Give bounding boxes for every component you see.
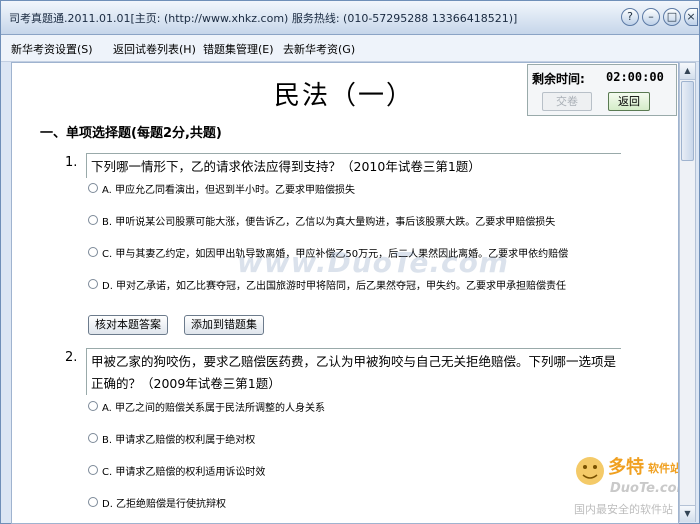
- menu-go-xinhua[interactable]: 去新华考资(G): [283, 41, 355, 57]
- question-text-box: 下列哪一情形下，乙的请求依法应得到支持？（2010年试卷三第1题）: [86, 153, 621, 178]
- submit-button[interactable]: 交卷: [542, 92, 592, 111]
- logo-url: DuoTe.com: [610, 481, 679, 496]
- exam-title: 民法（一）: [274, 81, 415, 111]
- radio-button[interactable]: [88, 247, 98, 257]
- add-to-wrong-set-button[interactable]: 添加到错题集: [184, 315, 264, 335]
- timer-panel: 剩余时间: 02:00:00 交卷 返回: [527, 64, 677, 116]
- question-text: 下列哪一情形下，乙的请求依法应得到支持？（2010年试卷三第1题）: [91, 159, 481, 174]
- menu-wrong-questions[interactable]: 错题集管理(E): [203, 41, 274, 57]
- radio-button[interactable]: [88, 433, 98, 443]
- minimize-icon[interactable]: –: [642, 8, 660, 26]
- radio-button[interactable]: [88, 465, 98, 475]
- menubar: 新华考资设置(S) 返回试卷列表(H) 错题集管理(E) 去新华考资(G): [1, 35, 699, 62]
- check-answer-button[interactable]: 核对本题答案: [88, 315, 168, 335]
- radio-button[interactable]: [88, 215, 98, 225]
- vertical-scrollbar[interactable]: ▲ ▼: [679, 62, 696, 522]
- radio-button[interactable]: [88, 183, 98, 193]
- option-label: B. 甲听说某公司股票可能大涨，便告诉乙，乙信以为真大量购进，事后该股票大跌。乙…: [102, 217, 556, 228]
- exam-content: 民法（一） 剩余时间: 02:00:00 交卷 返回 一、单项选择题(每题2分,…: [11, 62, 679, 524]
- close-icon[interactable]: ×: [684, 8, 698, 26]
- option-label: A. 甲应允乙同看演出，但迟到半小时。乙要求甲赔偿损失: [102, 185, 356, 196]
- logo-tag: 软件站: [648, 461, 679, 475]
- question-text-box: 甲被乙家的狗咬伤，要求乙赔偿医药费，乙认为甲被狗咬与自己无关拒绝赔偿。下列哪一选…: [86, 348, 621, 395]
- window-title: 司考真题通.2011.01.01[主页: (http://www.xhkz.co…: [9, 12, 518, 25]
- option-label: C. 甲请求乙赔偿的权利适用诉讼时效: [102, 467, 266, 478]
- logo-name: 多特: [608, 456, 644, 478]
- radio-button[interactable]: [88, 497, 98, 507]
- timer-label: 剩余时间:: [532, 72, 585, 86]
- option-label: D. 甲对乙承诺，如乙比赛夺冠，乙出国旅游时甲将陪同，后乙果然夺冠，甲失约。乙要…: [102, 281, 567, 292]
- back-button[interactable]: 返回: [608, 92, 650, 111]
- titlebar: 司考真题通.2011.01.01[主页: (http://www.xhkz.co…: [1, 1, 699, 35]
- option-label: B. 甲请求乙赔偿的权利属于绝对权: [102, 435, 256, 446]
- menu-back-to-list[interactable]: 返回试卷列表(H): [113, 41, 196, 57]
- question-number: 2.: [65, 350, 78, 365]
- scroll-thumb[interactable]: [681, 81, 694, 161]
- app-window: 司考真题通.2011.01.01[主页: (http://www.xhkz.co…: [0, 0, 700, 524]
- scroll-up-icon[interactable]: ▲: [680, 63, 695, 80]
- menu-settings[interactable]: 新华考资设置(S): [11, 41, 93, 57]
- maximize-icon[interactable]: □: [663, 8, 681, 26]
- logo-slogan: 国内最安全的软件站: [574, 502, 673, 516]
- scroll-down-icon[interactable]: ▼: [680, 505, 695, 522]
- radio-button[interactable]: [88, 279, 98, 289]
- radio-button[interactable]: [88, 401, 98, 411]
- option-label: A. 甲乙之间的赔偿关系属于民法所调整的人身关系: [102, 403, 326, 414]
- question-number: 1.: [65, 155, 78, 170]
- timer-value: 02:00:00: [606, 70, 664, 84]
- question-text: 甲被乙家的狗咬伤，要求乙赔偿医药费，乙认为甲被狗咬与自己无关拒绝赔偿。下列哪一选…: [91, 354, 617, 391]
- duote-logo: 多特 软件站 DuoTe.com 国内最安全的软件站: [574, 456, 679, 516]
- watermark: www.DuoTe.com: [237, 246, 509, 279]
- help-icon[interactable]: ?: [621, 8, 639, 26]
- section-heading: 一、单项选择题(每题2分,共题): [40, 126, 222, 141]
- option-label: D. 乙拒绝赔偿是行使抗辩权: [102, 499, 227, 510]
